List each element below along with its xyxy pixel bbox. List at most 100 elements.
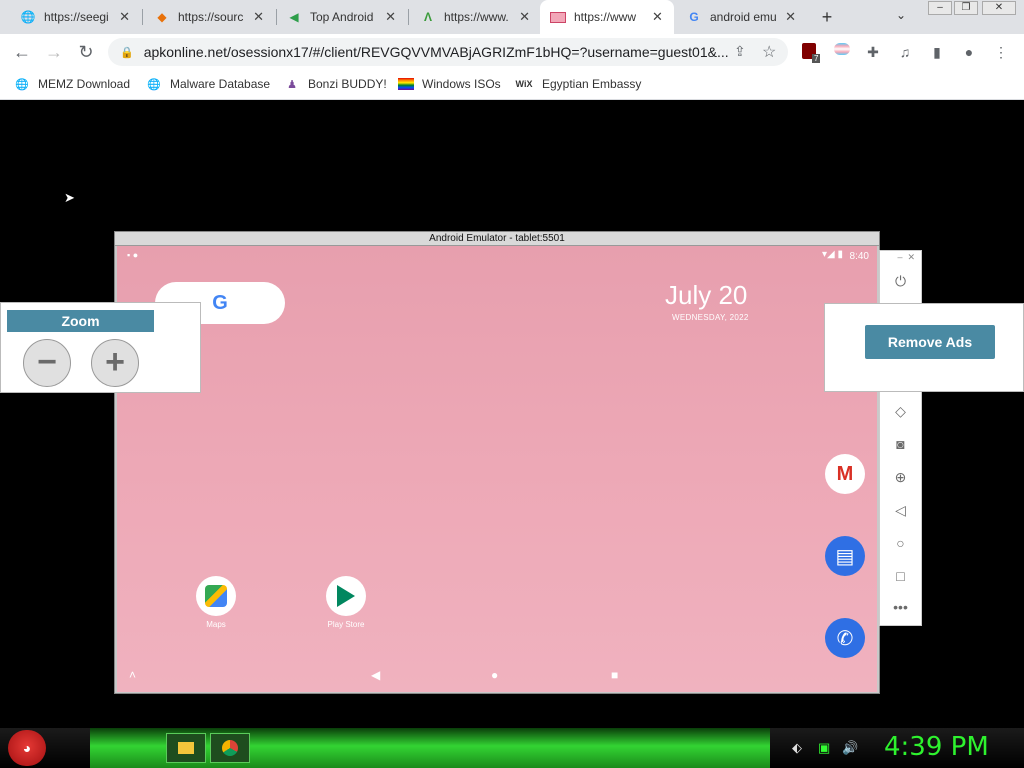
close-icon[interactable]: ✕ [385, 9, 396, 25]
taskbar-clock[interactable]: 4:39 PM [884, 732, 989, 762]
app-maps[interactable]: Maps [181, 576, 251, 629]
new-tab-button[interactable]: + [816, 6, 838, 28]
share-icon[interactable]: ⇪ [734, 43, 746, 60]
status-clock: 8:40 [849, 251, 869, 262]
power-icon[interactable]: ⏻ [880, 269, 921, 293]
star-icon[interactable]: ☆ [762, 42, 776, 62]
back-button[interactable]: ← [10, 40, 34, 64]
zoom-in-button[interactable]: + [91, 339, 139, 387]
app-label: Play Store [327, 620, 365, 629]
chrome-icon[interactable] [210, 733, 250, 763]
android-back-icon[interactable]: ◀ [371, 668, 380, 682]
home-circle-icon[interactable]: ○ [880, 531, 921, 555]
zoom-title: Zoom [7, 310, 154, 332]
tab-divider [142, 9, 143, 25]
address-bar[interactable]: 🔒 apkonline.net/osessionx17/#/client/REV… [108, 38, 788, 66]
date-subtitle: WEDNESDAY, 2022 [672, 313, 749, 322]
rotate-icon[interactable]: ◇ [880, 399, 921, 423]
close-window-button[interactable]: ✕ [982, 1, 1016, 15]
profile-icon[interactable]: ● [960, 43, 978, 61]
gmail-icon[interactable]: M [825, 454, 865, 494]
close-icon[interactable]: ✕ [652, 9, 663, 25]
notification-icons: ▪ ● [127, 250, 139, 260]
android-home-icon[interactable]: ● [491, 668, 498, 682]
diamond-icon: ◆ [157, 10, 167, 24]
bookmarks-bar: 🌐 MEMZ Download 🌐 Malware Database ♟ Bon… [0, 70, 1024, 100]
tab-3[interactable]: ◀ Top Android ✕ [276, 0, 406, 34]
close-icon[interactable]: ✕ [785, 9, 796, 25]
browser-tab-strip: 🌐 https://seegi ✕ ◆ https://sourc ✕ ◀ To… [0, 0, 1024, 34]
tab-2[interactable]: ◆ https://sourc ✕ [144, 0, 274, 34]
network-icon[interactable]: ⬖ [792, 740, 802, 756]
bookmark-item[interactable]: 🌐 MEMZ Download [14, 76, 130, 92]
close-icon[interactable]: ✕ [119, 9, 130, 25]
phone-icon[interactable]: ✆ [825, 618, 865, 658]
volume-icon[interactable]: 🔊 [842, 740, 858, 756]
bookmark-item[interactable]: WiX Egyptian Embassy [514, 76, 642, 92]
tab-title: https://www [574, 10, 637, 24]
bonzi-icon: ♟ [287, 78, 297, 91]
file-explorer-icon[interactable] [166, 733, 206, 763]
overview-square-icon[interactable]: □ [880, 564, 921, 588]
menu-icon[interactable]: ⋮ [992, 43, 1010, 61]
android-recents-icon[interactable]: ■ [611, 668, 618, 682]
flag-icon [550, 9, 566, 25]
extension-badge: 7 [812, 54, 821, 63]
desktop: 🌐 https://seegi ✕ ◆ https://sourc ✕ ◀ To… [0, 0, 1024, 768]
bookmark-item[interactable]: 🌐 Malware Database [146, 76, 270, 92]
tab-title: Top Android [310, 10, 374, 24]
rainbow-flag-icon [398, 76, 414, 92]
tab-title: android emu [710, 10, 777, 24]
bookmark-item[interactable]: Windows ISOs [398, 76, 501, 92]
puzzle-icon[interactable]: ✚ [864, 43, 882, 61]
chevron-up-icon[interactable]: ˄ [129, 668, 136, 682]
camera-icon[interactable]: ◙ [880, 432, 921, 456]
reload-button[interactable]: ↻ [74, 40, 98, 64]
google-g-icon: G [212, 291, 228, 314]
remove-ads-button[interactable]: Remove Ads [865, 325, 995, 359]
android-emulator-window[interactable]: Android Emulator - tablet:5501 ▪ ● ▾◢ ▮ … [114, 231, 880, 694]
chevron-down-icon[interactable]: ⌄ [896, 8, 906, 22]
url-text[interactable]: apkonline.net/osessionx17/#/client/REVGQ… [144, 44, 734, 60]
more-icon[interactable]: ••• [880, 595, 921, 619]
wifi-battery-icon: ▾◢ ▮ [822, 249, 843, 260]
app-label: Maps [206, 620, 226, 629]
ads-panel: Remove Ads [824, 303, 1024, 392]
messages-icon[interactable]: ▤ [825, 536, 865, 576]
taskbar: ◕ ⬖ ▣ 🔊 4:39 PM [0, 728, 1024, 768]
start-button-angry-bird-icon[interactable]: ◕ [8, 730, 46, 766]
close-icon[interactable]: ✕ [519, 9, 530, 25]
tab-5-active[interactable]: https://www ✕ [540, 0, 674, 34]
sidebar-window-controls[interactable]: – ✕ [880, 251, 921, 263]
tab-title: https://sourc [178, 10, 244, 24]
android-home-screen[interactable]: ▪ ● ▾◢ ▮ 8:40 G July 20 WEDNESDAY, 2022 … [117, 246, 877, 692]
google-g-icon: G [689, 10, 699, 24]
media-icon[interactable]: ♫ [896, 43, 914, 61]
bookmark-item[interactable]: ♟ Bonzi BUDDY! [284, 76, 387, 92]
globe-icon: 🌐 [20, 10, 36, 24]
bookmark-label: Egyptian Embassy [542, 77, 642, 91]
side-panel-icon[interactable]: ▮ [928, 43, 946, 61]
tab-divider [408, 9, 409, 25]
app-play-store[interactable]: Play Store [311, 576, 381, 629]
zoom-panel: Zoom − + [0, 302, 201, 393]
forward-button[interactable]: → [42, 40, 66, 64]
close-icon[interactable]: ✕ [253, 9, 264, 25]
tab-6[interactable]: G android emu ✕ [676, 0, 806, 34]
back-triangle-icon[interactable]: ◁ [880, 498, 921, 522]
zoom-out-button[interactable]: − [23, 339, 71, 387]
tab-title: https://seegi [44, 10, 109, 24]
globe-icon: 🌐 [15, 78, 29, 91]
date-widget[interactable]: July 20 [665, 280, 747, 311]
bookmark-label: MEMZ Download [38, 77, 131, 91]
tab-1[interactable]: 🌐 https://seegi ✕ [10, 0, 140, 34]
battery-icon[interactable]: ▣ [818, 740, 830, 756]
tab-4[interactable]: Λ https://www. ✕ [410, 0, 540, 34]
maximize-button[interactable]: ❐ [954, 1, 978, 15]
minimize-button[interactable]: – [928, 1, 952, 15]
bookmark-label: Malware Database [170, 77, 271, 91]
tab-title: https://www. [444, 10, 509, 24]
emulator-title-bar: Android Emulator - tablet:5501 [115, 232, 879, 246]
extension-icon[interactable] [834, 43, 852, 61]
zoom-icon[interactable]: ⊕ [880, 465, 921, 489]
